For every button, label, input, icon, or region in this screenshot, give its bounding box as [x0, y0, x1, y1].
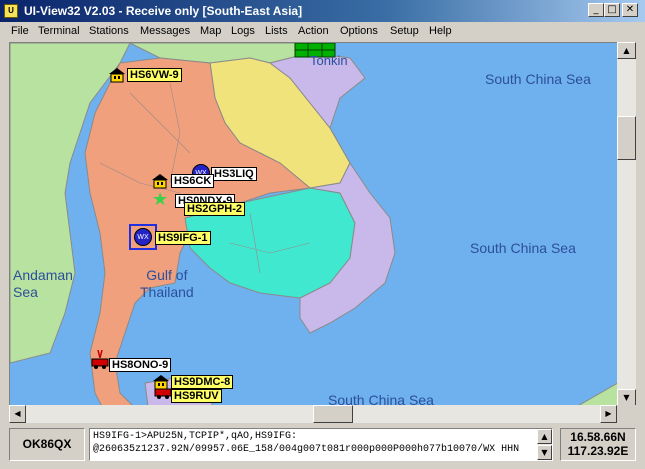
- menu-options[interactable]: Options: [340, 25, 378, 37]
- maximize-button[interactable]: □: [604, 3, 620, 17]
- vertical-scroll-thumb[interactable]: [617, 116, 636, 160]
- label-andaman-sea: Andaman Sea: [13, 267, 73, 300]
- menu-action[interactable]: Action: [298, 25, 329, 37]
- my-callsign: OK86QX: [9, 428, 85, 461]
- house-icon[interactable]: [108, 67, 126, 83]
- menu-bar: File Terminal Stations Messages Map Logs…: [0, 22, 645, 42]
- packet-scrollbar[interactable]: ▲ ▼: [537, 429, 552, 460]
- station-hs6ck[interactable]: HS6CK: [171, 174, 215, 188]
- label-scs-2: South China Sea: [470, 240, 576, 256]
- menu-messages[interactable]: Messages: [140, 25, 190, 37]
- station-hs9dmc-8[interactable]: HS9DMC-8: [171, 375, 234, 389]
- car-icon[interactable]: [90, 350, 110, 370]
- label-tonkin: Tonkin: [310, 53, 348, 68]
- station-hs3liq[interactable]: HS3LIQ: [211, 167, 257, 181]
- menu-logs[interactable]: Logs: [231, 25, 255, 37]
- station-hs9ruv[interactable]: HS9RUV: [171, 389, 222, 403]
- station-hs9ifg-1[interactable]: HS9IFG-1: [155, 231, 211, 245]
- scroll-corner: [617, 405, 636, 423]
- packet-line-1: HS9IFG-1>APU25N,TCPIP*,qAO,HS9IFG:: [93, 431, 298, 442]
- horizontal-scroll-thumb[interactable]: [313, 405, 353, 423]
- star-icon[interactable]: ★: [152, 191, 168, 209]
- packet-line-2: @260635z1237.92N/09957.06E_158/004g007t0…: [93, 444, 520, 455]
- scroll-right-button[interactable]: ▶: [600, 405, 617, 423]
- label-gulf-of-thailand: Gulf of Thailand: [140, 267, 194, 300]
- map-view[interactable]: Tonkin South China Sea South China Sea S…: [9, 42, 636, 423]
- minimize-button[interactable]: _: [588, 3, 604, 17]
- packet-scroll-down[interactable]: ▼: [537, 445, 552, 460]
- close-button[interactable]: ✕: [622, 3, 638, 17]
- menu-help[interactable]: Help: [429, 25, 452, 37]
- vertical-scrollbar[interactable]: ▲ ▼: [617, 42, 636, 406]
- station-hs8ono-9[interactable]: HS8ONO-9: [109, 358, 172, 372]
- menu-map[interactable]: Map: [200, 25, 221, 37]
- horizontal-scrollbar[interactable]: ◀ ▶: [9, 405, 617, 423]
- menu-file[interactable]: File: [11, 25, 29, 37]
- title-bar: U UI-View32 V2.03 - Receive only [South-…: [0, 0, 645, 22]
- label-scs-1: South China Sea: [485, 71, 591, 87]
- cursor-coordinates: 16.58.66N 117.23.92E: [560, 428, 636, 461]
- window-title: UI-View32 V2.03 - Receive only [South-Ea…: [24, 4, 303, 18]
- scroll-left-button[interactable]: ◀: [9, 405, 26, 423]
- longitude-readout: 117.23.92E: [567, 444, 629, 458]
- scroll-up-button[interactable]: ▲: [617, 42, 636, 59]
- house-icon[interactable]: [151, 173, 169, 189]
- app-icon: U: [4, 4, 18, 18]
- latitude-readout: 16.58.66N: [570, 430, 626, 444]
- wx-icon[interactable]: WX: [134, 228, 152, 246]
- menu-stations[interactable]: Stations: [89, 25, 129, 37]
- menu-terminal[interactable]: Terminal: [38, 25, 80, 37]
- station-hs2gph-2[interactable]: HS2GPH-2: [184, 202, 246, 216]
- packet-scroll-up[interactable]: ▲: [537, 429, 552, 444]
- last-packet-display: HS9IFG-1>APU25N,TCPIP*,qAO,HS9IFG: @2606…: [89, 428, 553, 461]
- station-hs6vw-9[interactable]: HS6VW-9: [127, 68, 182, 82]
- scroll-down-button[interactable]: ▼: [617, 389, 636, 406]
- menu-lists[interactable]: Lists: [265, 25, 288, 37]
- menu-setup[interactable]: Setup: [390, 25, 419, 37]
- car-icon[interactable]: [153, 386, 173, 400]
